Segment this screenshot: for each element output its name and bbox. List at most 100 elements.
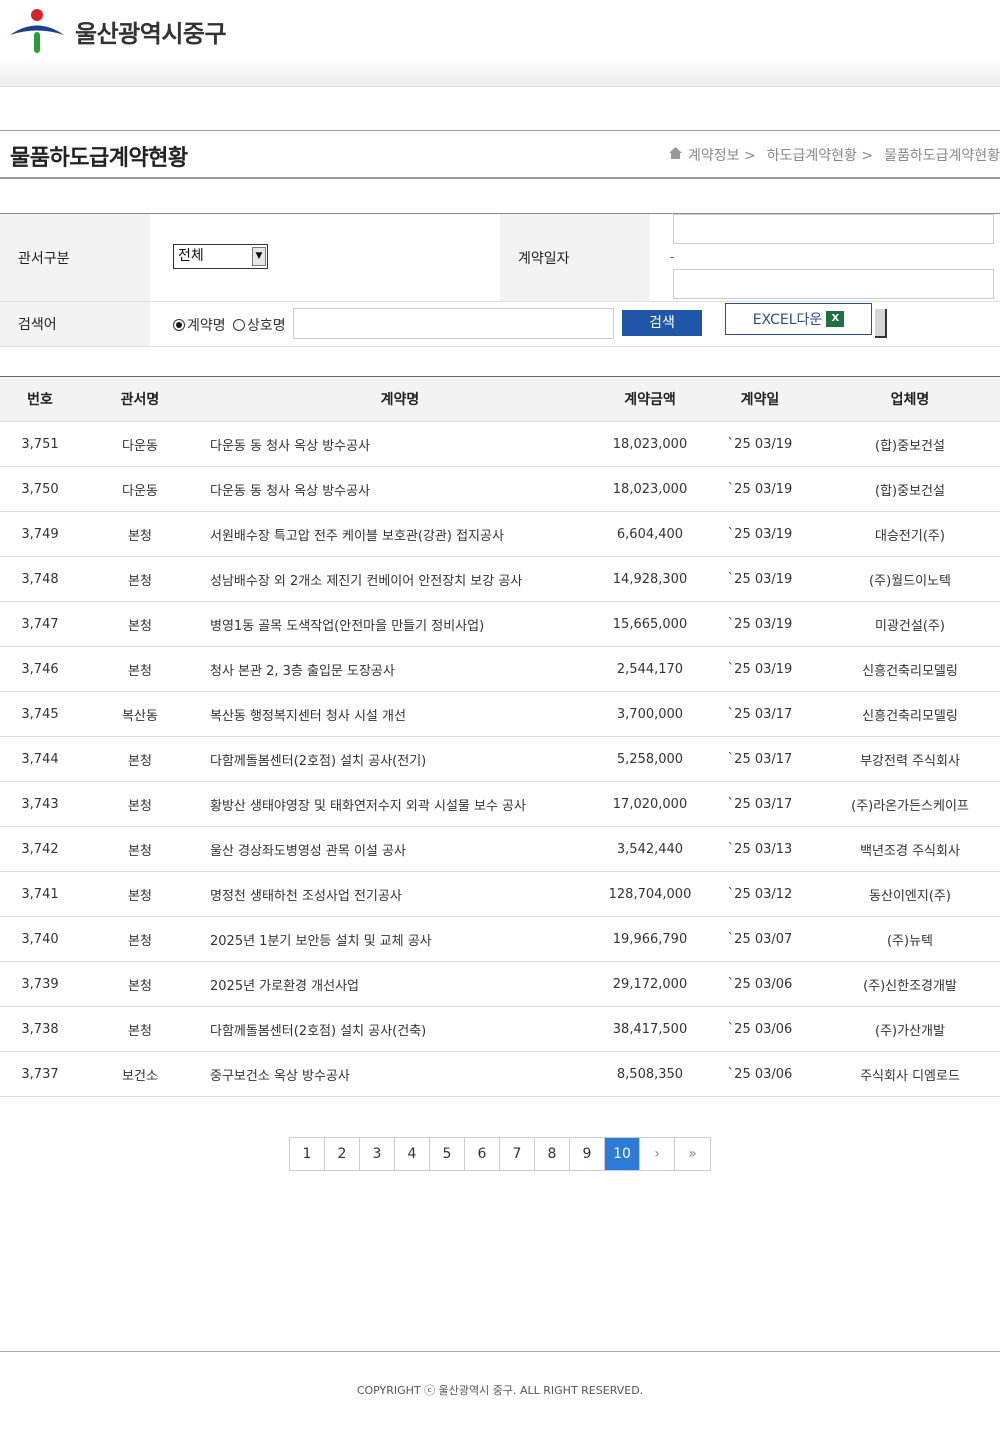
page-link-4[interactable]: 4 — [395, 1138, 430, 1170]
breadcrumb-item-subcontract[interactable]: 하도급계약현황 > — [767, 145, 873, 165]
row-contract-name[interactable]: 울산 경상좌도병영성 관목 이설 공사 — [200, 827, 600, 872]
row-date: `25 03/19 — [727, 616, 793, 632]
table-header-row: 번호 관서명 계약명 계약금액 계약일 업체명 — [0, 376, 1000, 422]
row-company: 동산이엔지(주) — [869, 888, 951, 904]
row-contract-name[interactable]: 2025년 가로환경 개선사업 — [200, 962, 600, 1007]
row-contract-name[interactable]: 복산동 행정복지센터 청사 시설 개선 — [200, 692, 600, 737]
page-link-6[interactable]: 6 — [465, 1138, 500, 1170]
table-row[interactable]: 3,740 본청 2025년 1분기 보안등 설치 및 교체 공사 19,966,79… — [0, 916, 1000, 962]
row-contract-name[interactable]: 병영1동 골목 도색작업(안전마을 만들기 정비사업) — [200, 602, 600, 647]
row-number: 3,738 — [21, 1021, 59, 1037]
row-contract-name[interactable]: 다운동 동 청사 옥상 방수공사 — [200, 467, 600, 512]
keyword-input[interactable] — [293, 308, 614, 339]
breadcrumb-item-contract-info[interactable]: 계약정보 > — [688, 145, 756, 165]
row-office: 복산동 — [122, 708, 158, 724]
radio-contract-name[interactable]: 계약명 — [173, 315, 226, 335]
row-number: 3,739 — [21, 976, 59, 992]
extra-button[interactable] — [875, 309, 887, 338]
row-date: `25 03/06 — [727, 1066, 793, 1082]
row-number: 3,749 — [21, 526, 59, 542]
radio-contract-name-circle[interactable] — [173, 319, 185, 331]
table-row[interactable]: 3,744 본청 다함께돌봄센터(2호점) 설치 공사(전기) 5,258,000 `2… — [0, 736, 1000, 782]
table-row[interactable]: 3,742 본청 울산 경상좌도병영성 관목 이설 공사 3,542,440 `25 0… — [0, 826, 1000, 872]
table-row[interactable]: 3,746 본청 청사 본관 2, 3층 출입문 도장공사 2,544,170 `25 … — [0, 646, 1000, 692]
date-start-input[interactable] — [673, 214, 994, 244]
last-page-icon[interactable]: » — [675, 1138, 710, 1170]
table-row[interactable]: 3,741 본청 명정천 생태하천 조성사업 전기공사 128,704,000 `25 … — [0, 871, 1000, 917]
radio-company-name[interactable]: 상호명 — [233, 315, 286, 335]
search-button[interactable]: 검색 — [622, 310, 702, 336]
table-row[interactable]: 3,748 본청 성남배수장 외 2개소 제진기 컨베이어 안전장치 보강 공사 14… — [0, 556, 1000, 602]
row-company: 부강전력 주식회사 — [860, 753, 960, 769]
row-company: (합)중보건설 — [875, 483, 945, 499]
date-label: 계약일자 — [500, 214, 650, 301]
row-contract-name[interactable]: 성남배수장 외 2개소 제진기 컨베이어 안전장치 보강 공사 — [200, 557, 600, 602]
row-amount: 14,928,300 — [612, 571, 688, 587]
home-icon[interactable] — [669, 147, 683, 163]
row-company: 신흥건축리모델링 — [862, 663, 958, 679]
site-header: 울산광역시중구 — [0, 0, 1000, 87]
row-contract-name[interactable]: 다운동 동 청사 옥상 방수공사 — [200, 422, 600, 467]
table-row[interactable]: 3,749 본청 서원배수장 특고압 전주 케이블 보호관(강관) 접지공사 6,60… — [0, 511, 1000, 557]
form-divider — [0, 301, 1000, 302]
table-row[interactable]: 3,738 본청 다함께돌봄센터(2호점) 설치 공사(건축) 38,417,500 `… — [0, 1006, 1000, 1052]
row-company: (주)월드이노텍 — [869, 573, 951, 589]
row-company: 백년조경 주식회사 — [860, 843, 960, 859]
excel-file-icon: X — [826, 311, 845, 327]
keyword-label: 검색어 — [0, 302, 150, 346]
footer-divider — [0, 1351, 1000, 1352]
next-page-icon[interactable]: › — [640, 1138, 675, 1170]
row-office: 다운동 — [122, 483, 158, 499]
row-office: 본청 — [128, 978, 152, 994]
page-link-3[interactable]: 3 — [360, 1138, 395, 1170]
page-link-1[interactable]: 1 — [290, 1138, 325, 1170]
row-contract-name[interactable]: 중구보건소 옥상 방수공사 — [200, 1052, 600, 1097]
page-link-8[interactable]: 8 — [535, 1138, 570, 1170]
table-row[interactable]: 3,750 다운동 다운동 동 청사 옥상 방수공사 18,023,000 `25 03… — [0, 466, 1000, 512]
table-row[interactable]: 3,747 본청 병영1동 골목 도색작업(안전마을 만들기 정비사업) 15,665… — [0, 601, 1000, 647]
date-end-input[interactable] — [673, 269, 994, 299]
row-company: (주)뉴텍 — [886, 933, 934, 949]
row-amount: 38,417,500 — [612, 1021, 688, 1037]
table-row[interactable]: 3,751 다운동 다운동 동 청사 옥상 방수공사 18,023,000 `25 03… — [0, 421, 1000, 467]
row-contract-name[interactable]: 2025년 1분기 보안등 설치 및 교체 공사 — [200, 917, 600, 962]
row-contract-name[interactable]: 서원배수장 특고압 전주 케이블 보호관(강관) 접지공사 — [200, 512, 600, 557]
logo-emblem-icon — [10, 8, 66, 54]
row-contract-name[interactable]: 다함께돌봄센터(2호점) 설치 공사(건축) — [200, 1007, 600, 1052]
header-contract-name: 계약명 — [380, 392, 420, 408]
row-amount: 19,966,790 — [612, 931, 688, 947]
row-contract-name[interactable]: 황방산 생태야영장 및 태화연저수지 외곽 시설물 보수 공사 — [200, 782, 600, 827]
row-date: `25 03/07 — [727, 931, 793, 947]
row-number: 3,748 — [21, 571, 59, 587]
page-link-5[interactable]: 5 — [430, 1138, 465, 1170]
header-office: 관서명 — [120, 392, 160, 408]
row-company: 대승전기(주) — [875, 528, 945, 544]
row-office: 본청 — [128, 573, 152, 589]
row-amount: 3,700,000 — [616, 706, 684, 722]
row-date: `25 03/17 — [727, 706, 793, 722]
row-office: 본청 — [128, 528, 152, 544]
row-date: `25 03/19 — [727, 526, 793, 542]
excel-download-button[interactable]: EXCEL다운 X — [725, 303, 872, 335]
table-row[interactable]: 3,737 보건소 중구보건소 옥상 방수공사 8,508,350 `25 03/06 주… — [0, 1051, 1000, 1097]
table-row[interactable]: 3,745 복산동 복산동 행정복지센터 청사 시설 개선 3,700,000 `25 … — [0, 691, 1000, 737]
page-link-10[interactable]: 10 — [605, 1138, 640, 1170]
row-number: 3,751 — [21, 436, 59, 452]
site-logo[interactable]: 울산광역시중구 — [10, 8, 227, 54]
row-number: 3,746 — [21, 661, 59, 677]
table-row[interactable]: 3,739 본청 2025년 가로환경 개선사업 29,172,000 `25 03/0… — [0, 961, 1000, 1007]
row-office: 본청 — [128, 753, 152, 769]
page-link-2[interactable]: 2 — [325, 1138, 360, 1170]
row-company: 미광건설(주) — [875, 618, 945, 634]
row-contract-name[interactable]: 다함께돌봄센터(2호점) 설치 공사(전기) — [200, 737, 600, 782]
table-row[interactable]: 3,743 본청 황방산 생태야영장 및 태화연저수지 외곽 시설물 보수 공사 17… — [0, 781, 1000, 827]
row-number: 3,742 — [21, 841, 59, 857]
row-date: `25 03/19 — [727, 481, 793, 497]
page-link-9[interactable]: 9 — [570, 1138, 605, 1170]
row-office: 본청 — [128, 843, 152, 859]
page-link-7[interactable]: 7 — [500, 1138, 535, 1170]
office-select[interactable]: 전체 ▼ — [173, 244, 268, 269]
radio-company-name-circle[interactable] — [233, 319, 245, 331]
row-contract-name[interactable]: 명정천 생태하천 조성사업 전기공사 — [200, 872, 600, 917]
row-contract-name[interactable]: 청사 본관 2, 3층 출입문 도장공사 — [200, 647, 600, 692]
